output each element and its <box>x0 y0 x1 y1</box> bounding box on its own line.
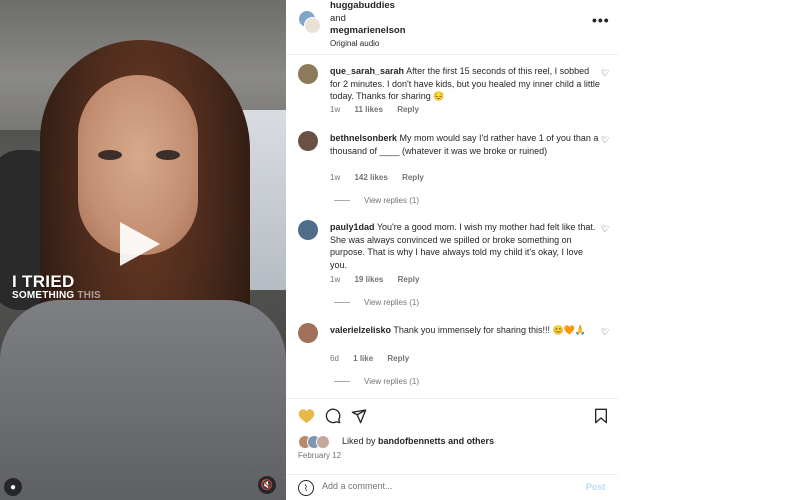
comment-item: bethnelsonberk My mom would say I'd rath… <box>298 131 614 211</box>
person-left-eye <box>98 150 122 160</box>
reply-button[interactable]: Reply <box>398 275 420 284</box>
view-replies-label[interactable]: View replies (1) <box>364 298 419 307</box>
muted-speaker-icon[interactable]: 🔇 <box>258 476 276 494</box>
comment-meta: 1w 11 likes Reply <box>330 105 431 114</box>
view-replies-button[interactable]: View replies (1) <box>334 196 419 205</box>
video-caption-line2: SOMETHING THIS <box>12 290 101 301</box>
heart-outline-icon[interactable]: ♡ <box>601 135 609 146</box>
bookmark-icon[interactable] <box>594 408 608 424</box>
reply-button[interactable]: Reply <box>397 105 419 114</box>
header-user-1[interactable]: huggabuddies <box>330 0 395 11</box>
avatar[interactable] <box>298 323 318 343</box>
video-caption-faded-word: THIS <box>77 290 101 301</box>
comment-item: valerielzelisko Thank you immensely for … <box>298 323 614 393</box>
avatar[interactable] <box>298 131 318 151</box>
paper-plane-icon[interactable] <box>351 408 367 424</box>
emoji-icon[interactable]: ⌇ <box>298 480 314 496</box>
view-replies-label[interactable]: View replies (1) <box>364 377 419 386</box>
add-comment-bar: ⌇ Post <box>286 476 618 500</box>
reel-video[interactable]: I TRIED SOMETHING THIS ● 🔇 <box>0 0 286 500</box>
comment-username[interactable]: valerielzelisko <box>330 325 391 335</box>
comment-bubble-icon[interactable] <box>325 408 341 424</box>
action-bar <box>298 408 610 428</box>
avatar[interactable] <box>298 220 318 240</box>
person-right-eye <box>156 150 180 160</box>
view-replies-button[interactable]: View replies (1) <box>334 377 419 386</box>
heart-filled-icon[interactable] <box>298 408 315 424</box>
header-audio[interactable]: Original audio <box>330 39 379 48</box>
play-icon[interactable] <box>120 222 160 266</box>
comment-username[interactable]: que_sarah_sarah <box>330 66 404 76</box>
comment-likes[interactable]: 142 likes <box>354 173 387 182</box>
comment-meta: 1w 19 likes Reply <box>330 275 431 284</box>
replies-rule <box>334 302 350 304</box>
comment-username[interactable]: pauly1dad <box>330 222 375 232</box>
comment-item: pauly1dad You're a good mom. I wish my m… <box>298 220 614 310</box>
comment-body: valerielzelisko Thank you immensely for … <box>330 324 600 337</box>
add-comment-input[interactable] <box>322 481 562 491</box>
likes-prefix: Liked by <box>342 436 376 446</box>
avatar[interactable] <box>298 64 318 84</box>
avatar <box>316 435 330 449</box>
heart-outline-icon[interactable]: ♡ <box>601 224 609 235</box>
avatar <box>304 17 321 34</box>
header-divider <box>286 54 618 55</box>
comment-meta: 6d 1 like Reply <box>330 354 421 363</box>
view-replies-label[interactable]: View replies (1) <box>364 196 419 205</box>
post-date: February 12 <box>298 451 342 460</box>
liker-username[interactable]: bandofbennetts <box>378 436 446 446</box>
comment-username[interactable]: bethnelsonberk <box>330 133 397 143</box>
replies-rule <box>334 200 350 202</box>
video-caption-line1: I TRIED <box>12 272 75 291</box>
header-avatars[interactable] <box>298 10 321 34</box>
heart-outline-icon[interactable]: ♡ <box>601 327 609 338</box>
comment-time: 1w <box>330 275 341 284</box>
reply-button[interactable]: Reply <box>402 173 424 182</box>
comment-body: bethnelsonberk My mom would say I'd rath… <box>330 132 600 157</box>
replies-rule <box>334 381 350 383</box>
page-background <box>618 0 800 500</box>
post-button[interactable]: Post <box>586 482 606 492</box>
comment-time: 1w <box>330 173 341 182</box>
header-joiner: and <box>330 13 346 24</box>
comment-time: 6d <box>330 354 339 363</box>
view-replies-button[interactable]: View replies (1) <box>334 298 419 307</box>
comment-item: que_sarah_sarah After the first 15 secon… <box>298 64 614 124</box>
heart-outline-icon[interactable]: ♡ <box>601 68 609 79</box>
video-caption-word: SOMETHING <box>12 290 75 301</box>
comment-time: 1w <box>330 105 341 114</box>
comment-meta: 1w 142 likes Reply <box>330 173 436 182</box>
person-shirt <box>0 300 286 500</box>
comment-text: Thank you immensely for sharing this!!! … <box>393 325 587 335</box>
add-comment-divider <box>286 474 618 475</box>
reply-button[interactable]: Reply <box>387 354 409 363</box>
person-icon[interactable]: ● <box>4 478 22 496</box>
likes-summary[interactable]: Liked by bandofbennetts and others <box>342 436 494 446</box>
likes-suffix[interactable]: and others <box>448 436 494 446</box>
comment-body: que_sarah_sarah After the first 15 secon… <box>330 65 600 103</box>
more-options-icon[interactable]: ••• <box>592 12 610 28</box>
header-user-2[interactable]: megmarienelson <box>330 25 406 36</box>
comment-likes[interactable]: 1 like <box>353 354 373 363</box>
actions-divider <box>286 398 618 399</box>
comment-likes[interactable]: 11 likes <box>354 105 382 114</box>
comment-body: pauly1dad You're a good mom. I wish my m… <box>330 221 600 271</box>
comment-likes[interactable]: 19 likes <box>354 275 383 284</box>
